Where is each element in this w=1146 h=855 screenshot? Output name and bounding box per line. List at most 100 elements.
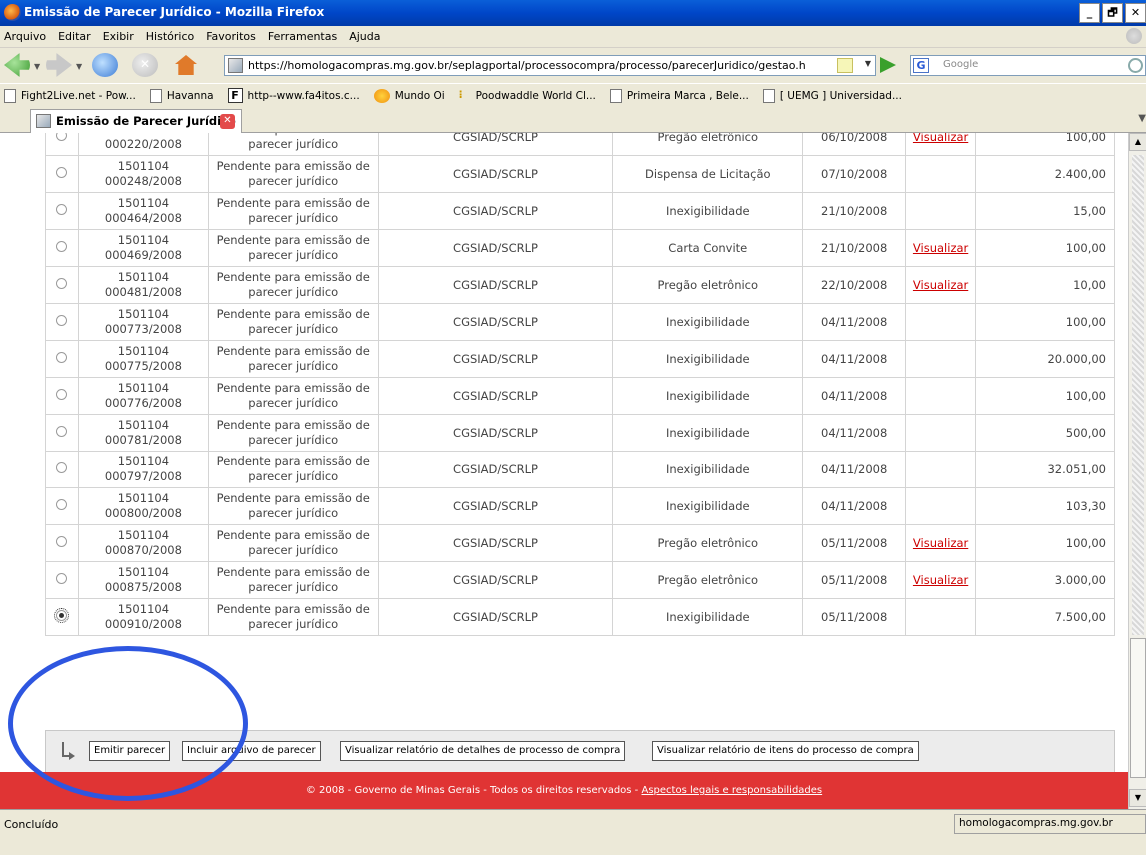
status-line-2: parecer jurídico: [248, 617, 339, 632]
relatorio-detalhes-button[interactable]: Visualizar relatório de detalhes de proc…: [340, 741, 626, 761]
home-icon[interactable]: [172, 53, 200, 77]
row-radio-button[interactable]: [56, 462, 68, 474]
org-cell: CGSIAD/SCRLP: [378, 192, 614, 231]
row-radio-button[interactable]: [56, 314, 68, 326]
process-unit: 1501104: [117, 380, 170, 395]
row-radio-button[interactable]: [56, 351, 68, 363]
menu-ferramentas[interactable]: Ferramentas: [268, 30, 337, 43]
search-box[interactable]: G Google: [910, 55, 1146, 76]
search-icon[interactable]: [1128, 58, 1143, 73]
org-cell: CGSIAD/SCRLP: [378, 487, 614, 526]
scroll-up-icon[interactable]: ▲: [1129, 133, 1146, 151]
row-select-cell[interactable]: [45, 155, 79, 194]
menu-arquivo[interactable]: Arquivo: [4, 30, 46, 43]
minimize-button[interactable]: _: [1079, 3, 1100, 23]
forward-dropdown-icon[interactable]: ▼: [76, 62, 82, 71]
bookmark-primeira-marca[interactable]: Primeira Marca , Bele...: [609, 88, 749, 103]
menu-ajuda[interactable]: Ajuda: [349, 30, 380, 43]
address-bar[interactable]: https://homologacompras.mg.gov.br/seplag…: [224, 55, 876, 76]
google-icon[interactable]: G: [913, 58, 929, 73]
bookmark-mundo-oi[interactable]: Mundo Oi: [373, 88, 445, 103]
row-radio-button[interactable]: [56, 204, 68, 216]
process-number: 000776/2008: [104, 395, 182, 410]
date-cell: 05/11/2008: [802, 561, 907, 600]
value-cell: 7.500,00: [975, 598, 1115, 636]
row-select-cell[interactable]: [45, 303, 79, 341]
relatorio-itens-button[interactable]: Visualizar relatório de itens do process…: [652, 741, 919, 761]
row-select-cell[interactable]: [45, 340, 79, 378]
row-select-cell[interactable]: [45, 598, 79, 636]
bookmark-uemg[interactable]: [ UEMG ] Universidad...: [762, 88, 902, 103]
vertical-scrollbar[interactable]: ▲ ▼: [1128, 133, 1146, 809]
padlock-icon[interactable]: [837, 58, 853, 73]
status-line-1: Pendente para emissão de: [216, 602, 370, 617]
row-radio-button[interactable]: [56, 241, 68, 253]
bookmark-poodwaddle[interactable]: ⁝ Poodwaddle World Cl...: [459, 89, 596, 103]
row-select-cell[interactable]: [45, 451, 79, 489]
tab-label: Emissão de Parecer Jurídico: [56, 114, 236, 128]
row-radio-button[interactable]: [56, 499, 68, 511]
process-number-cell: 1501104 000797/2008: [78, 451, 209, 489]
tab-list-dropdown-icon[interactable]: ▼: [1138, 113, 1146, 124]
scroll-down-icon[interactable]: ▼: [1129, 789, 1146, 807]
status-text: Concluído: [4, 818, 59, 831]
back-dropdown-icon[interactable]: ▼: [34, 62, 40, 71]
value-cell: 3.000,00: [975, 561, 1115, 600]
status-line-1: Pendente para emissão de: [216, 196, 370, 211]
date-cell: 21/10/2008: [802, 192, 907, 231]
visualizar-link[interactable]: Visualizar: [913, 573, 968, 587]
row-radio-button[interactable]: [56, 536, 68, 548]
navigation-toolbar: ▼ ▼ https://homologacompras.mg.gov.br/se…: [0, 48, 1146, 83]
row-select-cell[interactable]: [45, 487, 79, 526]
scroll-track[interactable]: [1132, 155, 1144, 635]
status-cell: Pendente para emissão deparecer jurídico: [208, 524, 379, 563]
bookmark-fight2live[interactable]: Fight2Live.net - Pow...: [4, 88, 136, 103]
close-button[interactable]: ✕: [1125, 3, 1146, 23]
row-select-cell[interactable]: [45, 414, 79, 452]
visualizar-link[interactable]: Visualizar: [913, 241, 968, 255]
close-tab-icon[interactable]: ✕: [220, 114, 235, 129]
restore-button[interactable]: 🗗: [1102, 3, 1123, 23]
tab-emissao-parecer[interactable]: Emissão de Parecer Jurídico ✕: [30, 109, 242, 133]
reload-icon[interactable]: [92, 53, 118, 77]
row-select-cell[interactable]: [45, 561, 79, 600]
url-text[interactable]: https://homologacompras.mg.gov.br/seplag…: [248, 59, 828, 72]
visualizar-link[interactable]: Visualizar: [913, 536, 968, 550]
row-radio-button[interactable]: [56, 388, 68, 400]
footer-legal-link[interactable]: Aspectos legais e responsabilidades: [641, 785, 822, 796]
menu-editar[interactable]: Editar: [58, 30, 91, 43]
row-select-cell[interactable]: [45, 524, 79, 563]
menu-historico[interactable]: Histórico: [146, 30, 194, 43]
row-select-cell[interactable]: [45, 133, 79, 157]
menu-exibir[interactable]: Exibir: [103, 30, 134, 43]
forward-arrow-icon[interactable]: [46, 53, 72, 77]
stop-icon[interactable]: [132, 53, 158, 77]
org-cell: CGSIAD/SCRLP: [378, 133, 614, 157]
bookmarks-toolbar: Fight2Live.net - Pow... Havanna Fhttp--w…: [0, 83, 1146, 107]
back-arrow-icon[interactable]: [4, 53, 30, 77]
row-radio-button[interactable]: [56, 278, 68, 289]
row-select-cell[interactable]: [45, 377, 79, 415]
row-radio-button[interactable]: [56, 167, 68, 179]
date-cell: 04/11/2008: [802, 377, 907, 415]
row-radio-button[interactable]: [56, 133, 68, 142]
row-select-cell[interactable]: [45, 229, 79, 268]
visualizar-link[interactable]: Visualizar: [913, 278, 968, 292]
modality-cell: Inexigibilidade: [612, 414, 804, 452]
go-arrow-icon[interactable]: [880, 57, 896, 73]
url-dropdown-icon[interactable]: ▼: [865, 59, 871, 68]
bookmark-havanna[interactable]: Havanna: [149, 88, 214, 103]
row-select-cell[interactable]: [45, 266, 79, 304]
row-radio-button[interactable]: [56, 573, 68, 585]
row-radio-button[interactable]: [54, 608, 70, 624]
menu-favoritos[interactable]: Favoritos: [206, 30, 256, 43]
bookmark-fa4itos[interactable]: Fhttp--www.fa4itos.c...: [227, 88, 360, 103]
row-select-cell[interactable]: [45, 192, 79, 231]
org-cell: CGSIAD/SCRLP: [378, 377, 614, 415]
row-radio-button[interactable]: [56, 425, 68, 437]
visualizar-link[interactable]: Visualizar: [913, 133, 968, 144]
link-cell: Visualizar: [905, 524, 977, 563]
scroll-thumb[interactable]: [1130, 638, 1146, 778]
link-cell: [905, 340, 977, 378]
org-cell: CGSIAD/SCRLP: [378, 414, 614, 452]
